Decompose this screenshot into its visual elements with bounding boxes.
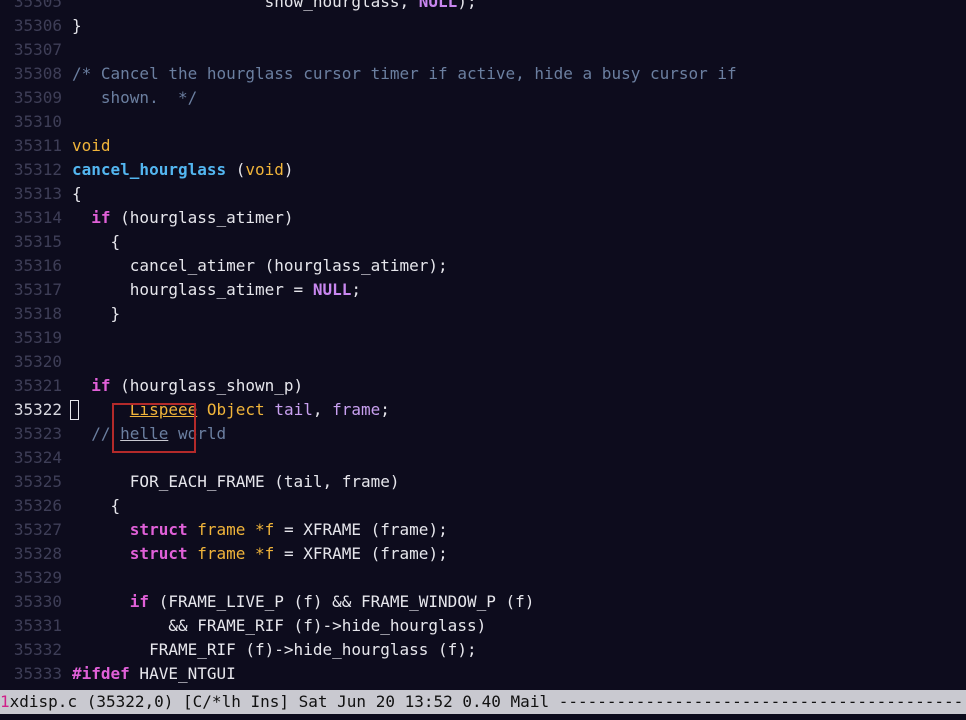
line-number: 35316 <box>13 256 62 275</box>
code-text[interactable]: shown. */ <box>72 86 197 110</box>
line-number: 35323 <box>13 424 62 443</box>
code-line[interactable]: 35325 FOR_EACH_FRAME (tail, frame) <box>0 470 966 494</box>
code-line[interactable]: 35319 <box>0 326 966 350</box>
line-number: 35307 <box>13 40 62 59</box>
code-text[interactable]: FRAME_RIF (f)->hide_hourglass (f); <box>72 638 477 662</box>
line-number: 35325 <box>13 472 62 491</box>
code-text[interactable]: #ifdef HAVE_NTGUI <box>72 662 236 686</box>
code-text[interactable]: if (hourglass_shown_p) <box>72 374 303 398</box>
code-line[interactable]: 35326 { <box>0 494 966 518</box>
code-text[interactable]: struct frame *f = XFRAME (frame); <box>72 542 448 566</box>
code-line[interactable]: 35329 <box>0 566 966 590</box>
line-number: 35315 <box>13 232 62 251</box>
code-line[interactable]: 35318 } <box>0 302 966 326</box>
code-line[interactable]: 35307 <box>0 38 966 62</box>
code-text[interactable]: && FRAME_RIF (f)->hide_hourglass) <box>72 614 486 638</box>
mode-line: 1xdisp.c (35322,0) [C/*lh Ins] Sat Jun 2… <box>0 690 966 714</box>
line-number: 35308 <box>13 64 62 83</box>
code-text[interactable]: } <box>72 302 121 326</box>
line-number: 35333 <box>13 664 62 683</box>
code-line[interactable]: 35315 { <box>0 230 966 254</box>
code-line[interactable]: 35306} <box>0 14 966 38</box>
code-text[interactable]: struct frame *f = XFRAME (frame); <box>72 518 448 542</box>
code-text[interactable]: { <box>72 230 121 254</box>
code-text[interactable]: hourglass_atimer = NULL; <box>72 278 361 302</box>
code-line[interactable]: 35316 cancel_atimer (hourglass_atimer); <box>0 254 966 278</box>
code-line[interactable]: 35328 struct frame *f = XFRAME (frame); <box>0 542 966 566</box>
code-line[interactable]: 35314 if (hourglass_atimer) <box>0 206 966 230</box>
line-number: 35313 <box>13 184 62 203</box>
code-line[interactable]: 35321 if (hourglass_shown_p) <box>0 374 966 398</box>
code-text[interactable]: FOR_EACH_FRAME (tail, frame) <box>72 470 400 494</box>
code-text[interactable]: void <box>72 134 111 158</box>
code-text[interactable]: { <box>72 182 82 206</box>
code-line[interactable]: 35331 && FRAME_RIF (f)->hide_hourglass) <box>0 614 966 638</box>
code-line[interactable]: 35312 cancel_hourglass (void) <box>0 158 966 182</box>
code-line[interactable]: 35305 show_hourglass, NULL); <box>0 0 966 14</box>
code-line[interactable]: 35317 hourglass_atimer = NULL; <box>0 278 966 302</box>
line-number: 35305 <box>13 0 62 11</box>
echo-area[interactable] <box>0 714 966 720</box>
code-line[interactable]: 35333 #ifdef HAVE_NTGUI <box>0 662 966 686</box>
line-number: 35318 <box>13 304 62 323</box>
line-number: 35320 <box>13 352 62 371</box>
code-text[interactable]: cancel_atimer (hourglass_atimer); <box>72 254 448 278</box>
line-number: 35311 <box>13 136 62 155</box>
code-line[interactable]: 35313 { <box>0 182 966 206</box>
code-text[interactable]: cancel_hourglass (void) <box>72 158 294 182</box>
line-number: 35329 <box>13 568 62 587</box>
code-text[interactable]: /* Cancel the hourglass cursor timer if … <box>72 62 737 86</box>
code-line[interactable]: 35308 /* Cancel the hourglass cursor time… <box>0 62 966 86</box>
line-number: 35312 <box>13 160 62 179</box>
frame-number: 1 <box>0 692 10 711</box>
code-text[interactable]: show_hourglass, NULL); <box>72 0 477 14</box>
code-text[interactable]: if (hourglass_atimer) <box>72 206 293 230</box>
line-number: 35319 <box>13 328 62 347</box>
code-line[interactable]: 35311 void <box>0 134 966 158</box>
editor-buffer[interactable]: 35305 show_hourglass, NULL); 35306} 35307 3… <box>0 0 966 686</box>
line-number: 35314 <box>13 208 62 227</box>
line-number: 35331 <box>13 616 62 635</box>
code-text[interactable]: } <box>72 14 82 38</box>
line-number: 35317 <box>13 280 62 299</box>
highlight-box <box>112 403 196 453</box>
line-number: 35328 <box>13 544 62 563</box>
code-line[interactable]: 35310 <box>0 110 966 134</box>
line-number: 35332 <box>13 640 62 659</box>
line-number: 35310 <box>13 112 62 131</box>
code-line[interactable]: 35327 struct frame *f = XFRAME (frame); <box>0 518 966 542</box>
line-number: 35306 <box>13 16 62 35</box>
line-number: 35321 <box>13 376 62 395</box>
code-text[interactable]: if (FRAME_LIVE_P (f) && FRAME_WINDOW_P (… <box>72 590 535 614</box>
code-text[interactable]: { <box>72 494 121 518</box>
line-number: 35309 <box>13 88 62 107</box>
mode-line-text: xdisp.c (35322,0) [C/*lh Ins] Sat Jun 20… <box>9 692 966 711</box>
line-number: 35326 <box>13 496 62 515</box>
code-line[interactable]: 35332 FRAME_RIF (f)->hide_hourglass (f); <box>0 638 966 662</box>
code-line[interactable]: 35330 if (FRAME_LIVE_P (f) && FRAME_WIND… <box>0 590 966 614</box>
line-number: 35322 <box>13 400 62 419</box>
line-number: 35330 <box>13 592 62 611</box>
line-number: 35327 <box>13 520 62 539</box>
code-line[interactable]: 35320 <box>0 350 966 374</box>
code-line[interactable]: 35309 shown. */ <box>0 86 966 110</box>
line-number: 35324 <box>13 448 62 467</box>
